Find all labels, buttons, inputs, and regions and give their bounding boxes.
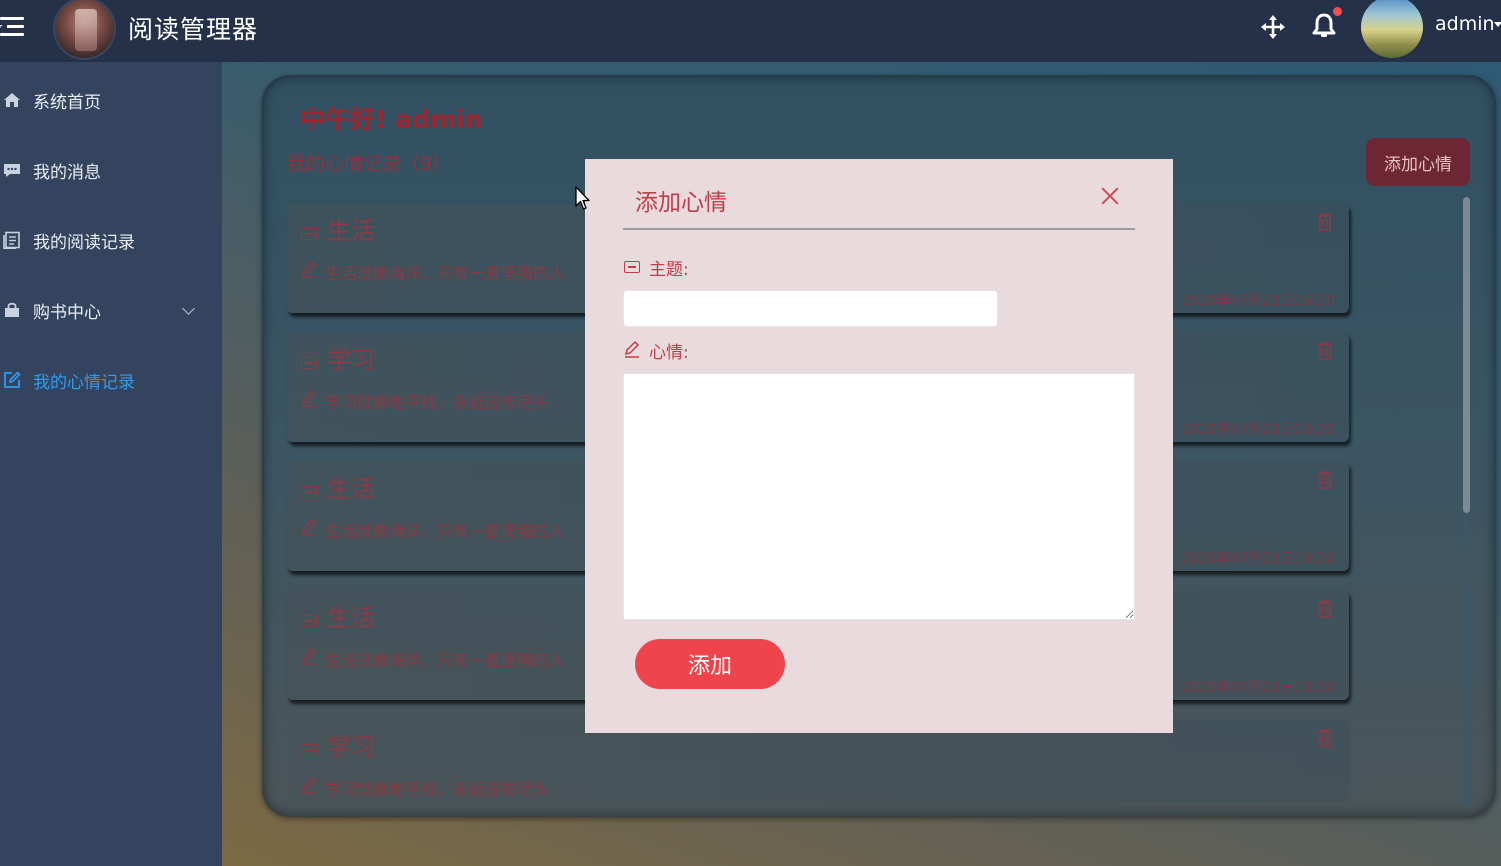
add-mood-dialog: 添加心情 主题: 心情: 添加 <box>585 159 1173 733</box>
dialog-divider <box>623 228 1135 230</box>
pen-icon <box>301 518 317 536</box>
pen-icon <box>301 260 317 278</box>
notification-badge <box>1333 7 1342 16</box>
pen-icon <box>301 389 317 407</box>
username[interactable]: admin <box>1435 13 1495 35</box>
sidebar-item-reading-record[interactable]: 我的阅读记录 <box>0 220 222 260</box>
topic-icon <box>301 486 317 498</box>
mood-card-text: 生活就像海洋，只有一直坚强的人 <box>325 651 566 670</box>
avatar[interactable] <box>1361 0 1423 58</box>
close-icon[interactable] <box>1099 185 1121 207</box>
sidebar-item-home[interactable]: 系统首页 <box>0 80 222 120</box>
mood-card-date: 2020年07月21日16:20 <box>1181 680 1335 696</box>
mood-label: 心情: <box>649 343 689 363</box>
message-icon <box>3 161 21 179</box>
mood-card-date: 2020年07月21日16:20 <box>1181 293 1335 309</box>
delete-icon[interactable] <box>1317 213 1333 231</box>
mouse-cursor-icon <box>575 186 590 210</box>
sidebar-item-label: 我的阅读记录 <box>33 232 135 253</box>
menu-toggle-icon[interactable] <box>0 14 26 40</box>
mood-card-title: 学习 <box>327 346 375 374</box>
pen-icon <box>301 776 317 794</box>
home-icon <box>3 91 21 109</box>
pen-icon <box>624 340 640 358</box>
shop-icon <box>3 301 21 319</box>
topic-icon <box>301 357 317 369</box>
sidebar-item-label: 系统首页 <box>33 92 101 113</box>
chevron-down-icon <box>182 302 195 315</box>
delete-icon[interactable] <box>1317 342 1333 360</box>
user-dropdown-caret-icon[interactable] <box>1494 22 1501 27</box>
delete-icon[interactable] <box>1317 600 1333 618</box>
mood-card-text: 学习就像地平线，永远没有尽头 <box>325 780 550 799</box>
sidebar: 系统首页 我的消息 我的阅读记录 购书中心 我的心情记录 <box>0 62 222 866</box>
mood-textarea[interactable] <box>623 373 1135 620</box>
sidebar-item-mood-record[interactable]: 我的心情记录 <box>0 360 222 400</box>
reading-record-icon <box>3 231 21 249</box>
dialog-title: 添加心情 <box>635 190 727 216</box>
edit-icon <box>3 371 21 389</box>
mood-card-date: 2020年07月21日16:20 <box>1181 551 1335 567</box>
delete-icon[interactable] <box>1317 471 1333 489</box>
subject-label: 主题: <box>649 260 689 280</box>
top-bar: 阅读管理器 admin <box>0 0 1501 62</box>
record-count: 我的心情记录（9） <box>287 153 452 175</box>
add-mood-button[interactable]: 添加心情 <box>1366 138 1470 186</box>
topic-icon <box>301 615 317 627</box>
mood-card-title: 生活 <box>327 604 375 632</box>
sidebar-item-shop[interactable]: 购书中心 <box>0 290 222 330</box>
scrollbar-thumb[interactable] <box>1463 197 1470 513</box>
sidebar-item-messages[interactable]: 我的消息 <box>0 150 222 190</box>
sidebar-item-label: 购书中心 <box>33 302 101 323</box>
mood-card-text: 学习就像地平线，永远没有尽头 <box>325 393 550 412</box>
bell-icon[interactable] <box>1310 12 1338 40</box>
sidebar-item-label: 我的心情记录 <box>33 372 135 393</box>
mood-card-title: 生活 <box>327 475 375 503</box>
mood-card-title: 生活 <box>327 217 375 245</box>
mood-card-text: 生活就像海洋，只有一直坚强的人 <box>325 264 566 283</box>
app-title: 阅读管理器 <box>128 15 259 44</box>
logo <box>53 0 116 60</box>
topic-icon <box>301 744 317 756</box>
topic-icon <box>301 228 317 240</box>
greeting: 中午好! admin <box>300 105 483 134</box>
subject-input[interactable] <box>623 290 998 327</box>
mood-card-title: 学习 <box>327 733 375 761</box>
topic-icon <box>624 261 640 273</box>
add-button[interactable]: 添加 <box>635 639 785 689</box>
pen-icon <box>301 647 317 665</box>
sidebar-item-label: 我的消息 <box>33 162 101 183</box>
mood-card-date: 2020年07月21日16:20 <box>1181 422 1335 438</box>
delete-icon[interactable] <box>1317 729 1333 747</box>
mood-card-text: 生活就像海洋，只有一直坚强的人 <box>325 522 566 541</box>
move-icon[interactable] <box>1260 14 1286 40</box>
